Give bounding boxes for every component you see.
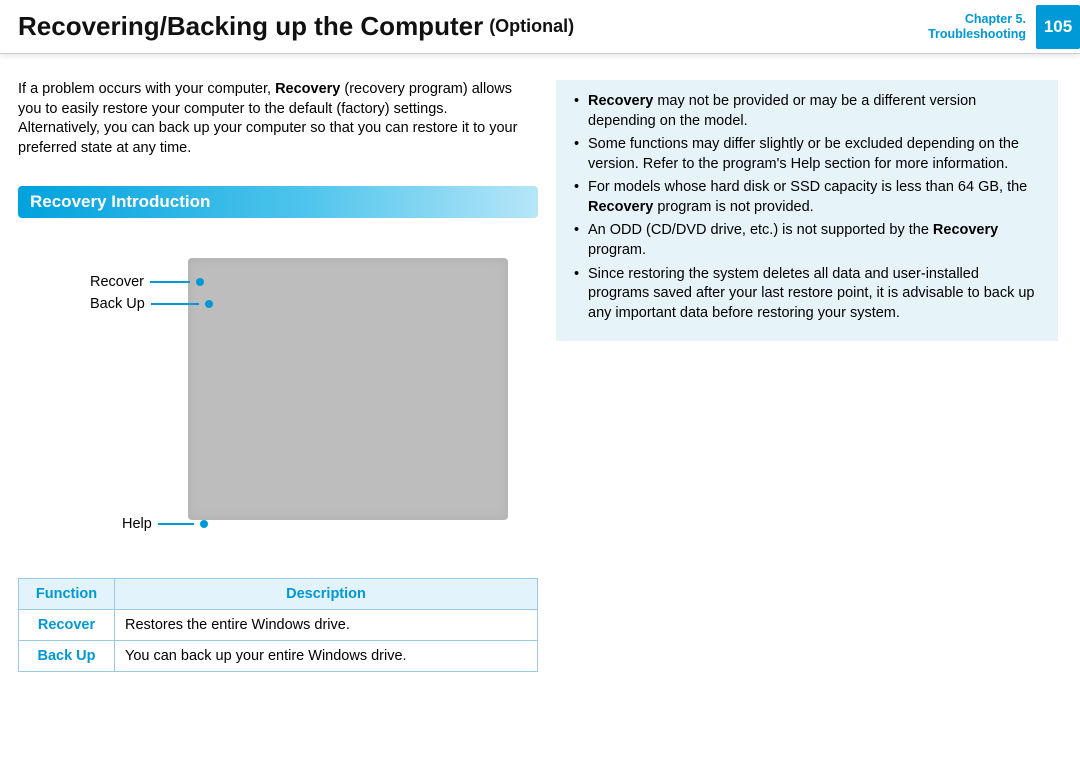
note-text: For models whose hard disk or SSD capaci…: [588, 179, 1027, 195]
table-row: Back Up You can back up your entire Wind…: [19, 641, 538, 672]
recovery-diagram: Recover Back Up Help: [18, 258, 520, 558]
left-column: If a problem occurs with your computer, …: [18, 80, 520, 672]
callout-line: [151, 303, 199, 305]
callout-backup-label: Back Up: [90, 296, 145, 312]
screenshot-placeholder: [188, 258, 508, 520]
callout-backup: Back Up: [90, 296, 213, 312]
chapter-subtitle: Troubleshooting: [928, 27, 1026, 42]
intro-text-a: If a problem occurs with your computer,: [18, 81, 275, 97]
note-bold: Recovery: [588, 199, 653, 215]
callout-line: [150, 281, 190, 283]
section-heading: Recovery Introduction: [18, 186, 538, 218]
note-box: Recovery may not be provided or may be a…: [556, 80, 1058, 341]
chapter-block: Chapter 5. Troubleshooting: [928, 12, 1032, 42]
note-item: For models whose hard disk or SSD capaci…: [574, 178, 1042, 217]
note-bold: Recovery: [588, 93, 653, 109]
callout-dot-icon: [196, 278, 204, 286]
chapter-line: Chapter 5.: [928, 12, 1026, 27]
table-row: Recover Restores the entire Windows driv…: [19, 610, 538, 641]
callout-help: Help: [122, 516, 208, 532]
note-bold: Recovery: [933, 222, 998, 238]
note-item: Since restoring the system deletes all d…: [574, 265, 1042, 324]
intro-text-bold: Recovery: [275, 81, 340, 97]
table-cell-function: Back Up: [19, 641, 115, 672]
note-text: An ODD (CD/DVD drive, etc.) is not suppo…: [588, 222, 933, 238]
page-title: Recovering/Backing up the Computer: [18, 11, 483, 42]
callout-dot-icon: [205, 300, 213, 308]
table-cell-description: You can back up your entire Windows driv…: [115, 641, 538, 672]
table-head-description: Description: [115, 579, 538, 610]
table-cell-function: Recover: [19, 610, 115, 641]
callout-recover-label: Recover: [90, 274, 144, 290]
function-table: Function Description Recover Restores th…: [18, 578, 538, 672]
table-head-function: Function: [19, 579, 115, 610]
note-item: Some functions may differ slightly or be…: [574, 135, 1042, 174]
page-number-badge: 105: [1036, 5, 1080, 49]
callout-line: [158, 523, 194, 525]
note-item: An ODD (CD/DVD drive, etc.) is not suppo…: [574, 221, 1042, 260]
page-header: Recovering/Backing up the Computer (Opti…: [0, 0, 1080, 54]
page-title-optional: (Optional): [489, 16, 574, 37]
callout-dot-icon: [200, 520, 208, 528]
note-item: Recovery may not be provided or may be a…: [574, 92, 1042, 131]
callout-help-label: Help: [122, 516, 152, 532]
callout-recover: Recover: [90, 274, 204, 290]
header-right: Chapter 5. Troubleshooting 105: [928, 8, 1080, 45]
intro-paragraph: If a problem occurs with your computer, …: [18, 80, 520, 158]
note-text: program.: [588, 242, 646, 258]
note-text: program is not provided.: [653, 199, 813, 215]
table-cell-description: Restores the entire Windows drive.: [115, 610, 538, 641]
right-column: Recovery may not be provided or may be a…: [556, 80, 1058, 672]
